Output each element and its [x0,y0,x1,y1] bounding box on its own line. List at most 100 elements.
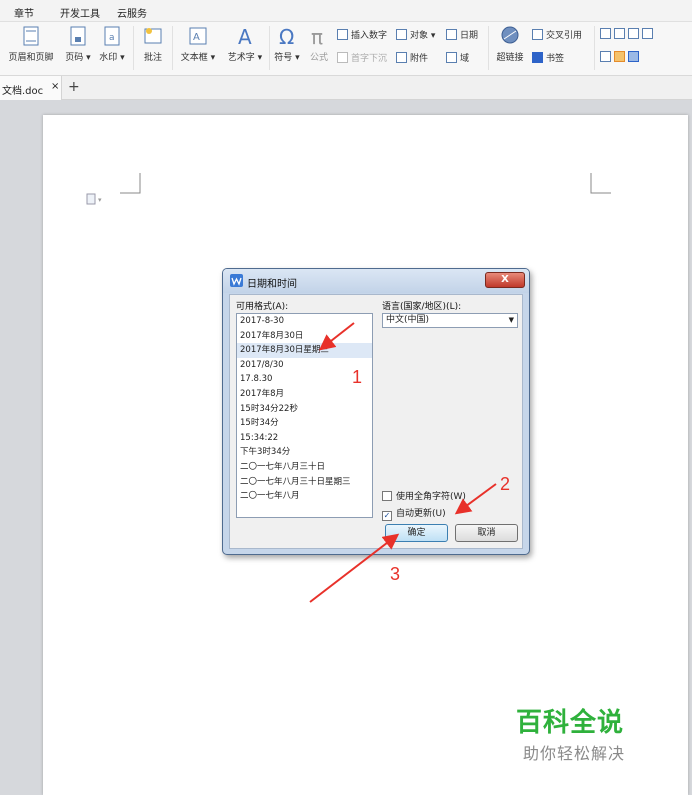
insert-number-label: 插入数字 [351,31,388,41]
document-tab-bar: 文档.doc × + [0,76,692,100]
hyperlink-button[interactable]: 超链接 [492,25,528,63]
paragraph-handle-icon[interactable]: ▾ [86,193,108,205]
ribbon-divider [172,26,173,70]
menu-cloud-service[interactable]: 云服务 [117,5,147,20]
checkmark-icon[interactable]: ✓ [382,511,392,521]
checkbox-box[interactable] [382,491,392,501]
format-item[interactable]: 17.8.30 [237,372,372,387]
format-item-selected[interactable]: 2017年8月30日星期三 [237,343,372,358]
textbox-dropdown-icon: ▾ [207,53,216,63]
new-tab-icon[interactable]: + [68,79,80,95]
autoupdate-checkbox[interactable]: ✓ 自动更新(U) [382,506,446,521]
dropdown-control-icon[interactable] [628,28,639,39]
watermark-logo-subtitle: 助你轻松解决 [523,744,626,763]
svg-text:Ω: Ω [279,25,294,47]
svg-text:A: A [193,32,200,43]
format-item[interactable]: 2017/8/30 [237,358,372,373]
object-icon [396,29,407,40]
textbox-icon: A [189,27,207,45]
cancel-button[interactable]: 取消 [455,524,518,542]
hyperlink-label: 超链接 [496,53,524,63]
format-list[interactable]: 2017-8-30 2017年8月30日 2017年8月30日星期三 2017/… [236,313,373,518]
first-drop-label: 首字下沉 [351,54,388,64]
margin-corner-top-left [120,173,141,194]
symbol-button[interactable]: Ω 符号 ▾ [272,25,302,63]
dialog-body: 可用格式(A): 2017-8-30 2017年8月30日 2017年8月30日… [229,294,523,549]
cross-reference-label: 交叉引用 [546,31,583,41]
eraser-icon[interactable] [614,51,625,62]
format-item[interactable]: 2017-8-30 [237,314,372,329]
ok-button[interactable]: 确定 [385,524,448,542]
format-item[interactable]: 下午3时34分 [237,445,372,460]
document-tab[interactable]: 文档.doc × [0,76,62,100]
fullwidth-checkbox[interactable]: 使用全角字符(W) [382,489,466,502]
comment-button[interactable]: 批注 [138,25,168,63]
svg-text:▾: ▾ [98,196,102,204]
format-item[interactable]: 二〇一七年八月三十日星期三 [237,475,372,490]
object-button[interactable]: 对象 ▾ [396,28,435,41]
formula-button[interactable]: π 公式 [305,25,333,63]
properties-control-icon[interactable] [642,28,653,39]
insert-number-button[interactable]: 插入数字 [337,28,387,41]
header-footer-label: 页眉和页脚 [8,53,54,63]
field-button[interactable]: 域 [446,51,469,64]
checkbox-control-icon[interactable] [614,28,625,39]
symbol-dropdown-icon: ▾ [292,53,300,63]
watermark-icon: a [104,26,120,46]
fullwidth-label: 使用全角字符(W) [396,492,466,502]
attachment-icon [396,52,407,63]
dialog-close-button[interactable]: X [485,272,525,288]
watermark-label: 水印 [99,53,118,63]
page-number-icon [70,26,86,46]
ribbon-divider [594,26,595,70]
wps-app-icon [230,274,243,287]
page-number-label: 页码 [65,53,84,63]
form-controls-row [600,28,656,40]
menu-chapter[interactable]: 章节 [14,5,34,20]
comment-label: 批注 [143,53,162,63]
page-number-button[interactable]: 页码 ▾ [62,25,94,63]
comment-icon [144,28,162,44]
menu-developer-tools[interactable]: 开发工具 [60,5,100,20]
first-drop-button[interactable]: 首字下沉 [337,51,387,64]
header-footer-icon [23,26,39,46]
format-item[interactable]: 二〇一七年八月三十日 [237,460,372,475]
shading-icon[interactable] [600,51,611,62]
omega-icon: Ω [279,25,294,47]
object-dropdown-icon: ▾ [428,31,436,41]
watermark-button[interactable]: a 水印 ▾ [96,25,128,63]
watermark-logo-title: 百科全说 [516,708,625,738]
document-tab-label: 文档.doc [2,86,44,97]
language-label: 语言(国家/地区)(L): [382,302,462,312]
bookmark-icon [532,52,543,63]
lock-icon[interactable] [628,51,639,62]
header-footer-button[interactable]: 页眉和页脚 [4,25,58,63]
tab-close-icon[interactable]: × [51,81,59,92]
dialog-title-bar[interactable]: 日期和时间 X [223,269,529,293]
wordart-dropdown-icon: ▾ [254,53,263,63]
field-label: 域 [460,54,470,64]
calendar-icon [446,29,457,40]
ribbon-divider [133,26,134,70]
format-item[interactable]: 15时34分22秒 [237,402,372,417]
date-label: 日期 [460,31,479,41]
format-item[interactable]: 2017年8月30日 [237,329,372,344]
wordart-icon: A [238,25,252,47]
date-button[interactable]: 日期 [446,28,478,41]
watermark-dropdown-icon: ▾ [117,53,125,63]
format-item[interactable]: 2017年8月 [237,387,372,402]
language-select[interactable]: 中文(中国) ▼ [382,313,518,328]
wordart-button[interactable]: A 艺术字 ▾ [224,25,266,63]
textfield-control-icon[interactable] [600,28,611,39]
svg-text:π: π [311,25,323,47]
bookmark-button[interactable]: 书签 [532,51,564,64]
page-number-dropdown-icon: ▾ [83,53,91,63]
form-tools-row [600,51,642,63]
attachment-button[interactable]: 附件 [396,51,428,64]
format-item[interactable]: 15:34:22 [237,431,372,446]
format-item[interactable]: 二〇一七年八月 [237,489,372,504]
textbox-button[interactable]: A 文本框 ▾ [176,25,220,63]
dialog-title: 日期和时间 [247,279,297,290]
cross-reference-button[interactable]: 交叉引用 [532,28,582,41]
format-item[interactable]: 15时34分 [237,416,372,431]
